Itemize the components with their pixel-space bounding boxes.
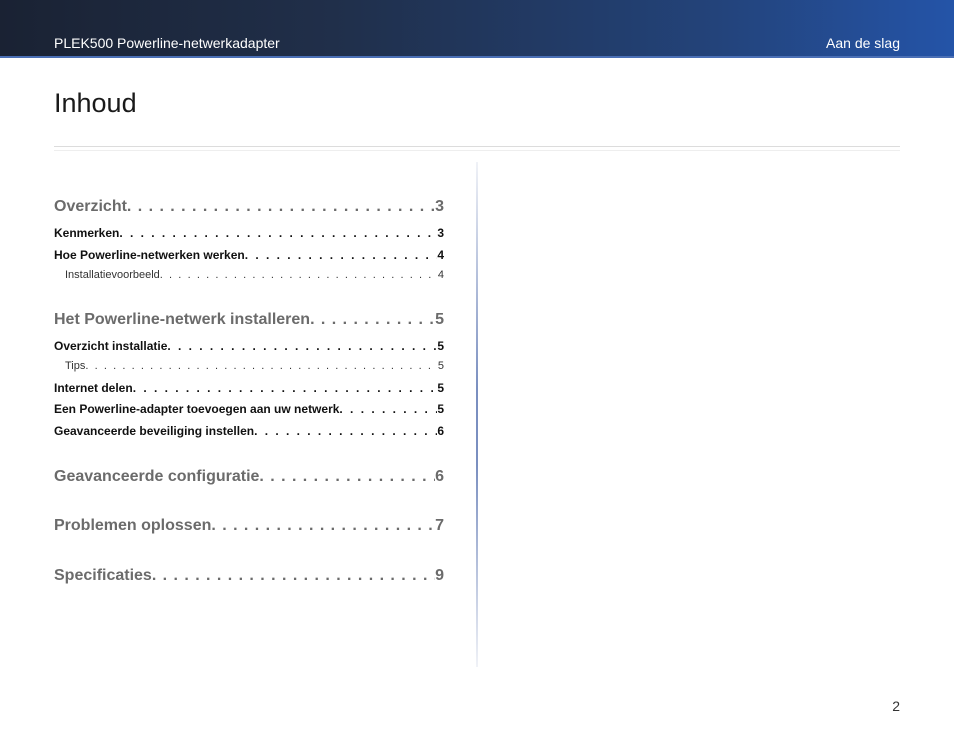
toc-entry-label: Het Powerline-netwerk installeren [54, 311, 311, 328]
toc-leader-dots: ........................................… [310, 311, 435, 328]
toc-entry-label: Geavanceerde beveiliging instellen [54, 424, 255, 438]
toc-entry-page: 5 [437, 402, 444, 416]
toc-leader-dots: ........................................… [259, 468, 435, 485]
toc-leader-dots: ........................................… [132, 381, 438, 395]
toc-entry-overzicht[interactable]: Overzicht ..............................… [54, 198, 444, 216]
toc-entry-kenmerken[interactable]: Kenmerken ..............................… [54, 226, 444, 240]
toc-leader-dots: ........................................… [254, 424, 437, 438]
toc-entry-tips[interactable]: Tips ...................................… [54, 360, 444, 372]
toc-entry-geavanceerde-configuratie[interactable]: Geavanceerde configuratie ..............… [54, 468, 444, 486]
toc-entry-overzicht-installatie[interactable]: Overzicht installatie ..................… [54, 339, 444, 353]
toc-entry-label: Installatievoorbeeld [65, 269, 160, 281]
page-header: PLEK500 Powerline-netwerkadapter Aan de … [0, 0, 954, 58]
toc-entry-page: 4 [437, 269, 444, 281]
toc-entry-beveiliging[interactable]: Geavanceerde beveiliging instellen .....… [54, 424, 444, 438]
toc-entry-adapter-toevoegen[interactable]: Een Powerline-adapter toevoegen aan uw n… [54, 402, 444, 416]
toc-leader-dots: ........................................… [159, 269, 438, 281]
toc-leader-dots: ........................................… [339, 402, 437, 416]
toc-entry-page: 9 [435, 567, 444, 584]
toc-leader-dots: ........................................… [85, 360, 438, 372]
toc-entry-label: Specificaties [54, 567, 152, 584]
document-title: PLEK500 Powerline-netwerkadapter [54, 35, 280, 51]
toc-leader-dots: ........................................… [211, 517, 435, 534]
column-divider [476, 162, 478, 667]
toc-entry-label: Hoe Powerline-netwerken werken [54, 248, 245, 262]
toc-leader-dots: ........................................… [244, 248, 438, 262]
page-title: Inhoud [54, 88, 137, 118]
toc-entry-installatievoorbeeld[interactable]: Installatievoorbeeld ...................… [54, 269, 444, 281]
toc-entry-page: 5 [437, 339, 444, 353]
toc-entry-page: 5 [435, 311, 444, 328]
toc-entry-installeren[interactable]: Het Powerline-netwerk installeren ......… [54, 311, 444, 329]
heading-divider [54, 146, 900, 147]
toc-entry-label: Kenmerken [54, 226, 120, 240]
page-number: 2 [892, 698, 900, 714]
toc-entry-page: 6 [437, 424, 444, 438]
toc-entry-label: Problemen oplossen [54, 517, 212, 534]
toc-entry-hoe-powerline[interactable]: Hoe Powerline-netwerken werken .........… [54, 248, 444, 262]
toc-entry-page: 5 [437, 381, 444, 395]
toc-leader-dots: ........................................… [126, 198, 436, 215]
toc-entry-label: Geavanceerde configuratie [54, 468, 260, 485]
section-name: Aan de slag [826, 35, 900, 51]
toc-entry-label: Internet delen [54, 381, 133, 395]
toc-entry-page: 4 [437, 248, 444, 262]
toc-entry-label: Tips [65, 360, 86, 372]
toc-entry-page: 5 [437, 360, 444, 372]
heading-divider-secondary [54, 150, 900, 151]
toc-entry-internet-delen[interactable]: Internet delen .........................… [54, 381, 444, 395]
toc-entry-page: 7 [435, 517, 444, 534]
toc-entry-label: Overzicht [54, 198, 127, 215]
toc-entry-label: Overzicht installatie [54, 339, 168, 353]
toc-entry-specificaties[interactable]: Specificaties ..........................… [54, 567, 444, 585]
toc-leader-dots: ........................................… [119, 226, 438, 240]
toc-entry-page: 3 [437, 226, 444, 240]
toc-entry-page: 6 [435, 468, 444, 485]
toc-entry-problemen-oplossen[interactable]: Problemen oplossen .....................… [54, 517, 444, 535]
toc-entry-page: 3 [435, 198, 444, 215]
toc-leader-dots: ........................................… [151, 567, 435, 584]
toc-leader-dots: ........................................… [167, 339, 437, 353]
toc-entry-label: Een Powerline-adapter toevoegen aan uw n… [54, 402, 340, 416]
